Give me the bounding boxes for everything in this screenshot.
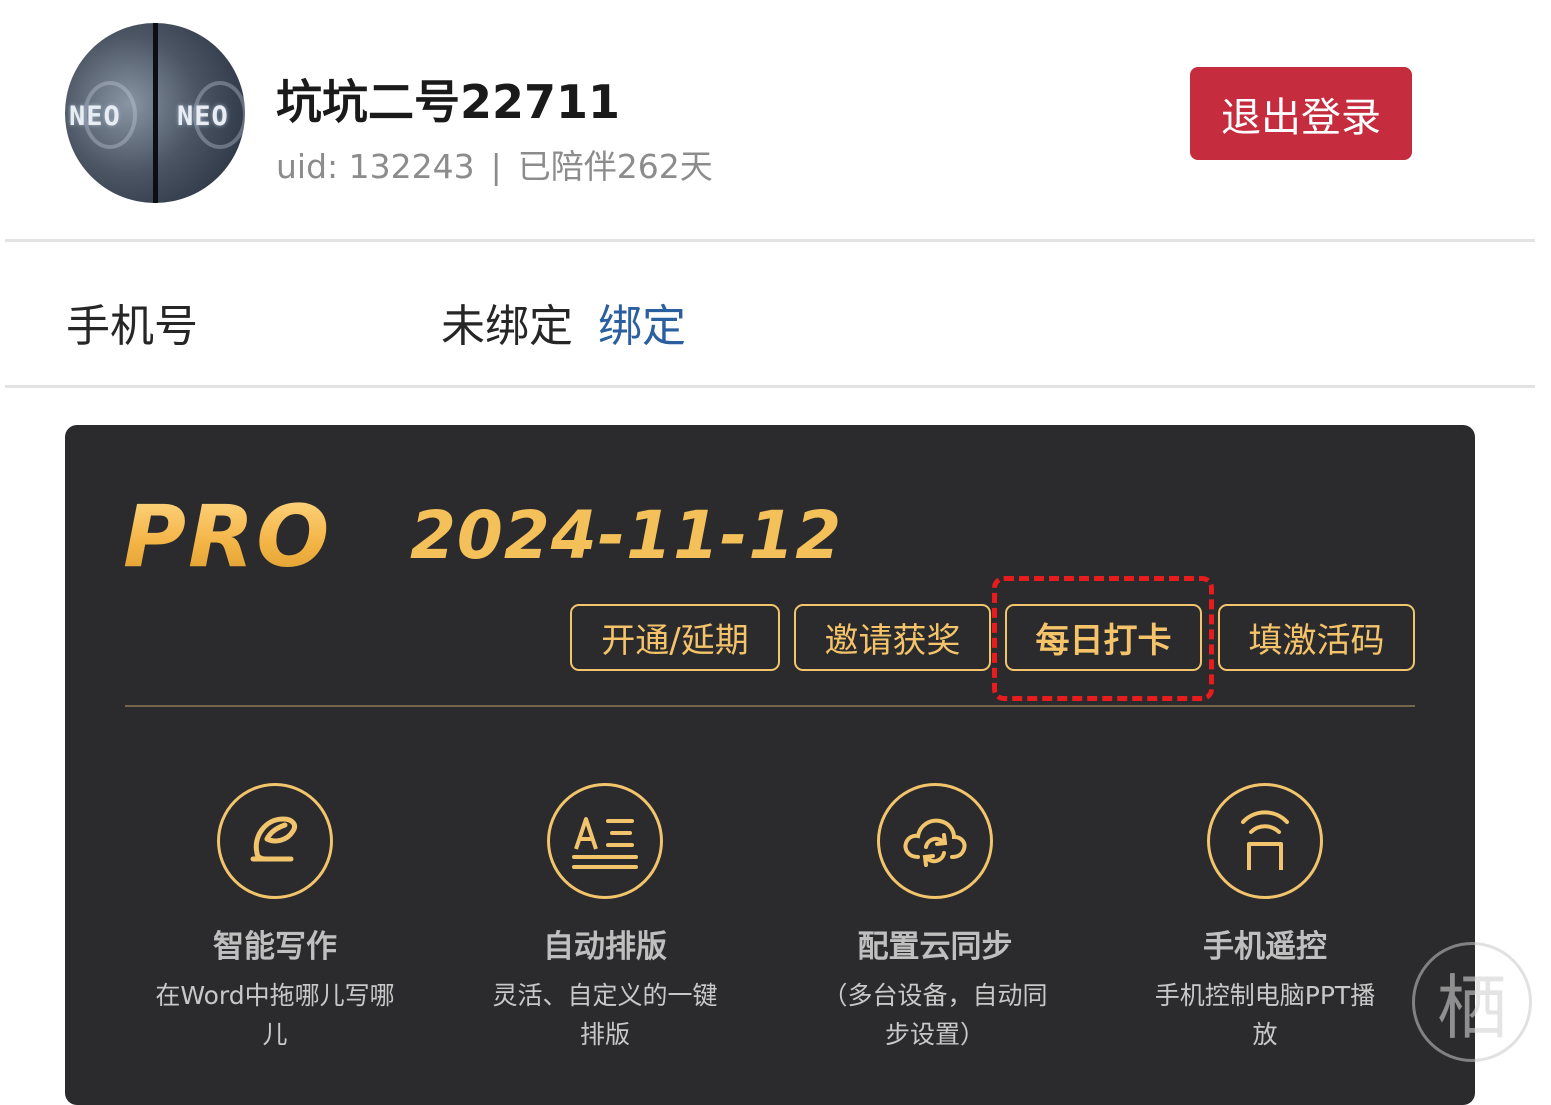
watermark-glyph: 栖 xyxy=(1437,966,1507,1049)
avatar-decor xyxy=(153,23,158,203)
feature-name: 配置云同步 xyxy=(857,929,1013,965)
pro-expiry-date: 2024-11-12 xyxy=(410,497,843,574)
feature-name: 手机遥控 xyxy=(1203,929,1327,965)
card-divider xyxy=(125,705,1415,707)
feature-icon-circle xyxy=(1207,783,1323,899)
feature-phone-remote[interactable]: 手机遥控 手机控制电脑PPT播放 xyxy=(1120,783,1410,1054)
invite-reward-button[interactable]: 邀请获奖 xyxy=(794,604,991,671)
daily-checkin-button[interactable]: 每日打卡 xyxy=(1005,604,1202,671)
watermark-logo: 栖 xyxy=(1412,942,1532,1062)
avatar-text: NEO xyxy=(69,101,121,132)
feature-name: 自动排版 xyxy=(543,929,667,965)
feature-desc: 手机控制电脑PPT播放 xyxy=(1154,981,1376,1049)
avatar-text: NEO xyxy=(177,101,229,132)
uid-text: uid: 132243 xyxy=(276,147,475,186)
feature-name: 智能写作 xyxy=(213,929,337,965)
pro-badge: PRO xyxy=(123,487,332,587)
divider xyxy=(5,239,1535,242)
logout-button[interactable]: 退出登录 xyxy=(1190,67,1412,160)
feature-icon-circle xyxy=(217,783,333,899)
user-meta: uid: 132243 | 已陪伴262天 xyxy=(276,140,713,188)
divider xyxy=(5,385,1535,388)
companion-days: 已陪伴262天 xyxy=(517,147,713,186)
feature-cloud-sync[interactable]: 配置云同步 （多台设备，自动同步设置） xyxy=(790,783,1080,1054)
avatar[interactable]: NEO NEO xyxy=(65,23,245,203)
feature-desc: （多台设备，自动同步设置） xyxy=(822,981,1048,1049)
feature-auto-layout[interactable]: 自动排版 灵活、自定义的一键排版 xyxy=(460,783,750,1054)
feature-desc: 灵活、自定义的一键排版 xyxy=(492,981,718,1049)
remote-control-icon xyxy=(1241,810,1289,870)
username: 坑坑二号22711 xyxy=(276,75,621,129)
bind-phone-link[interactable]: 绑定 xyxy=(598,290,686,354)
phone-status: 未绑定 xyxy=(441,301,573,352)
phone-label: 手机号 xyxy=(66,301,198,352)
meta-separator: | xyxy=(490,147,502,186)
renew-button[interactable]: 开通/延期 xyxy=(570,604,780,671)
feature-icon-circle xyxy=(877,783,993,899)
pen-icon xyxy=(250,816,298,862)
text-format-icon xyxy=(572,817,638,869)
feature-smart-writing[interactable]: 智能写作 在Word中拖哪儿写哪儿 xyxy=(130,783,420,1054)
cloud-sync-icon xyxy=(903,818,967,867)
pro-card: PRO 2024-11-12 开通/延期 邀请获奖 每日打卡 填激活码 智能写作… xyxy=(65,425,1475,1105)
activation-code-button[interactable]: 填激活码 xyxy=(1218,604,1415,671)
feature-desc: 在Word中拖哪儿写哪儿 xyxy=(155,981,395,1049)
feature-icon-circle xyxy=(547,783,663,899)
